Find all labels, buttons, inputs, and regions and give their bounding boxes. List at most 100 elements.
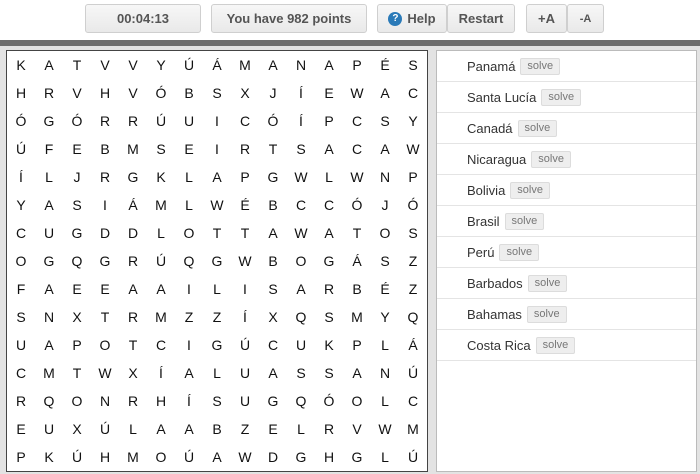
grid-cell[interactable]: Í xyxy=(7,163,35,191)
grid-cell[interactable]: N xyxy=(35,303,63,331)
grid-cell[interactable]: S xyxy=(399,51,427,79)
grid-cell[interactable]: L xyxy=(287,415,315,443)
grid-cell[interactable]: Z xyxy=(399,275,427,303)
grid-cell[interactable]: S xyxy=(7,303,35,331)
grid-cell[interactable]: S xyxy=(203,79,231,107)
grid-cell[interactable]: G xyxy=(259,387,287,415)
grid-cell[interactable]: R xyxy=(119,303,147,331)
grid-cell[interactable]: L xyxy=(203,359,231,387)
grid-cell[interactable]: B xyxy=(259,247,287,275)
grid-cell[interactable]: U xyxy=(35,219,63,247)
grid-cell[interactable]: H xyxy=(91,443,119,471)
grid-cell[interactable]: A xyxy=(259,359,287,387)
grid-cell[interactable]: O xyxy=(91,331,119,359)
grid-cell[interactable]: Ú xyxy=(175,51,203,79)
grid-cell[interactable]: D xyxy=(119,219,147,247)
grid-cell[interactable]: H xyxy=(315,443,343,471)
grid-cell[interactable]: R xyxy=(231,135,259,163)
grid-cell[interactable]: G xyxy=(35,107,63,135)
grid-cell[interactable]: Í xyxy=(231,303,259,331)
grid-cell[interactable]: Z xyxy=(203,303,231,331)
grid-cell[interactable]: Q xyxy=(35,387,63,415)
grid-cell[interactable]: O xyxy=(287,247,315,275)
grid-cell[interactable]: V xyxy=(119,79,147,107)
grid-cell[interactable]: C xyxy=(343,135,371,163)
grid-cell[interactable]: C xyxy=(259,331,287,359)
grid-cell[interactable]: V xyxy=(343,415,371,443)
grid-cell[interactable]: A xyxy=(343,359,371,387)
grid-cell[interactable]: P xyxy=(231,163,259,191)
grid-cell[interactable]: M xyxy=(231,51,259,79)
grid-cell[interactable]: A xyxy=(119,275,147,303)
solve-button[interactable]: solve xyxy=(504,212,545,230)
grid-cell[interactable]: E xyxy=(7,415,35,443)
grid-cell[interactable]: W xyxy=(399,135,427,163)
grid-cell[interactable]: C xyxy=(231,107,259,135)
grid-cell[interactable]: P xyxy=(7,443,35,471)
grid-cell[interactable]: A xyxy=(35,51,63,79)
help-button[interactable]: ? Help xyxy=(377,4,447,33)
grid-cell[interactable]: J xyxy=(63,163,91,191)
grid-cell[interactable]: W xyxy=(343,163,371,191)
grid-cell[interactable]: G xyxy=(63,219,91,247)
letter-grid[interactable]: KATVVYÚÁMANAPÉSHRVHVÓBSXJÍEWACÓGÓRRÚUICÓ… xyxy=(6,50,428,472)
grid-cell[interactable]: M xyxy=(119,443,147,471)
grid-cell[interactable]: M xyxy=(147,303,175,331)
grid-cell[interactable]: U xyxy=(35,415,63,443)
grid-cell[interactable]: X xyxy=(63,303,91,331)
grid-cell[interactable]: U xyxy=(287,331,315,359)
grid-cell[interactable]: É xyxy=(371,275,399,303)
grid-cell[interactable]: V xyxy=(91,51,119,79)
grid-cell[interactable]: C xyxy=(343,107,371,135)
grid-cell[interactable]: Ú xyxy=(63,443,91,471)
grid-cell[interactable]: R xyxy=(119,247,147,275)
grid-cell[interactable]: S xyxy=(315,359,343,387)
grid-cell[interactable]: Ú xyxy=(91,415,119,443)
grid-cell[interactable]: É xyxy=(371,51,399,79)
grid-cell[interactable]: I xyxy=(175,275,203,303)
grid-cell[interactable]: Y xyxy=(147,51,175,79)
grid-cell[interactable]: A xyxy=(35,331,63,359)
grid-cell[interactable]: Ú xyxy=(399,443,427,471)
grid-cell[interactable]: Á xyxy=(343,247,371,275)
solve-button[interactable]: solve xyxy=(541,88,582,106)
grid-cell[interactable]: R xyxy=(91,107,119,135)
grid-cell[interactable]: I xyxy=(175,331,203,359)
grid-cell[interactable]: A xyxy=(147,275,175,303)
grid-cell[interactable]: R xyxy=(119,387,147,415)
grid-cell[interactable]: W xyxy=(287,219,315,247)
grid-cell[interactable]: Ú xyxy=(7,135,35,163)
grid-cell[interactable]: Ó xyxy=(399,191,427,219)
grid-cell[interactable]: C xyxy=(7,359,35,387)
grid-cell[interactable]: M xyxy=(147,191,175,219)
grid-cell[interactable]: L xyxy=(147,219,175,247)
grid-cell[interactable]: A xyxy=(371,135,399,163)
solve-button[interactable]: solve xyxy=(535,336,576,354)
grid-cell[interactable]: U xyxy=(231,359,259,387)
grid-cell[interactable]: A xyxy=(203,163,231,191)
grid-cell[interactable]: D xyxy=(259,443,287,471)
grid-cell[interactable]: R xyxy=(315,415,343,443)
grid-cell[interactable]: C xyxy=(287,191,315,219)
grid-cell[interactable]: P xyxy=(399,163,427,191)
grid-cell[interactable]: Y xyxy=(399,107,427,135)
grid-cell[interactable]: K xyxy=(315,331,343,359)
grid-cell[interactable]: A xyxy=(371,79,399,107)
grid-cell[interactable]: Ú xyxy=(147,247,175,275)
grid-cell[interactable]: B xyxy=(203,415,231,443)
grid-cell[interactable]: D xyxy=(91,219,119,247)
grid-cell[interactable]: T xyxy=(63,51,91,79)
decrease-font-button[interactable]: -A xyxy=(567,4,604,33)
grid-cell[interactable]: Í xyxy=(287,79,315,107)
grid-cell[interactable]: L xyxy=(119,415,147,443)
grid-cell[interactable]: T xyxy=(91,303,119,331)
grid-cell[interactable]: A xyxy=(259,219,287,247)
grid-cell[interactable]: L xyxy=(35,163,63,191)
grid-cell[interactable]: Q xyxy=(63,247,91,275)
grid-cell[interactable]: G xyxy=(287,443,315,471)
solve-button[interactable]: solve xyxy=(517,119,558,137)
grid-cell[interactable]: T xyxy=(203,219,231,247)
grid-cell[interactable]: P xyxy=(343,331,371,359)
grid-cell[interactable]: Z xyxy=(399,247,427,275)
grid-cell[interactable]: T xyxy=(63,359,91,387)
